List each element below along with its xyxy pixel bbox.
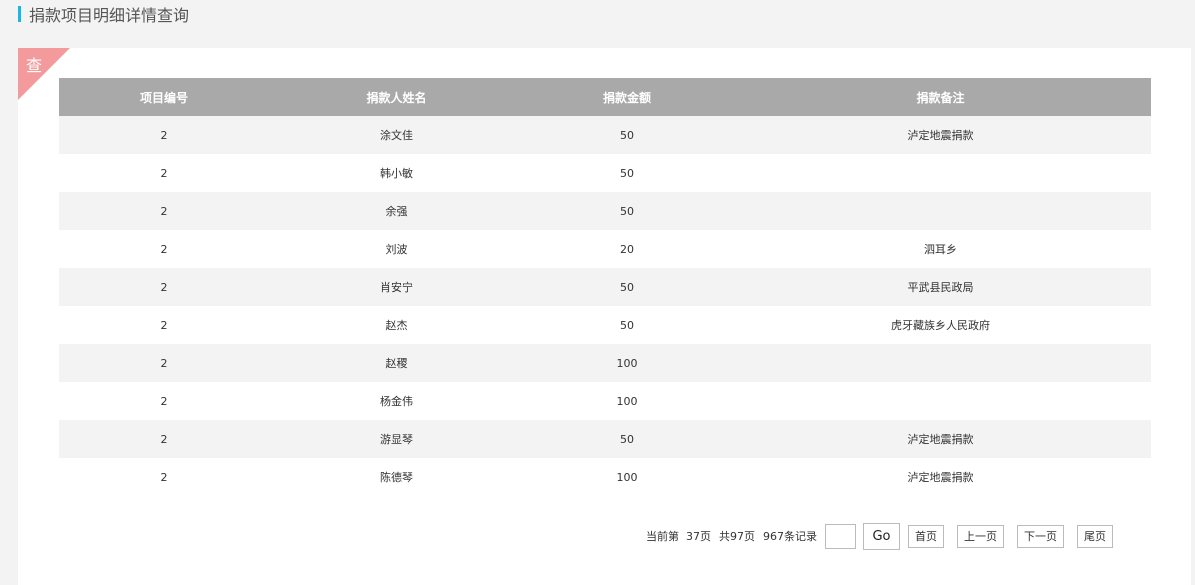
cell-amount: 20 [524,230,730,268]
cell-amount: 100 [524,458,730,496]
total-records-text: 967条记录 [763,530,817,543]
page-header: 捐款项目明细详情查询 [18,4,190,25]
cell-donor-name: 刘波 [269,230,524,268]
cell-project-id: 2 [59,154,269,192]
cell-project-id: 2 [59,420,269,458]
table-row: 2 游显琴 50 泸定地震捐款 [59,420,1151,458]
cell-donor-name: 肖安宁 [269,268,524,306]
cell-donor-name: 杨金伟 [269,382,524,420]
cell-project-id: 2 [59,458,269,496]
cell-note: 泸定地震捐款 [730,458,1151,496]
table-row: 2 刘波 20 泗耳乡 [59,230,1151,268]
cell-project-id: 2 [59,192,269,230]
cell-project-id: 2 [59,306,269,344]
cell-note: 泗耳乡 [730,230,1151,268]
table-body: 2 涂文佳 50 泸定地震捐款 2 韩小敏 50 2 余强 50 2 刘波 20… [59,116,1151,496]
table-header-row: 项目编号 捐款人姓名 捐款金额 捐款备注 [59,78,1151,116]
cell-donor-name: 余强 [269,192,524,230]
cell-note [730,192,1151,230]
table-row: 2 韩小敏 50 [59,154,1151,192]
table-row: 2 陈德琴 100 泸定地震捐款 [59,458,1151,496]
cell-project-id: 2 [59,344,269,382]
donation-table-wrapper: 项目编号 捐款人姓名 捐款金额 捐款备注 2 涂文佳 50 泸定地震捐款 2 韩… [59,78,1151,496]
table-row: 2 涂文佳 50 泸定地震捐款 [59,116,1151,154]
column-header-amount: 捐款金额 [524,78,730,116]
table-row: 2 杨金伟 100 [59,382,1151,420]
cell-donor-name: 赵稷 [269,344,524,382]
cell-amount: 50 [524,116,730,154]
cell-amount: 50 [524,420,730,458]
page-title: 捐款项目明细详情查询 [29,6,190,25]
cell-amount: 100 [524,382,730,420]
page: 捐款项目明细详情查询 查 项目编号 捐款人姓名 捐款金额 捐款备注 2 涂文佳 … [0,0,1195,585]
corner-label: 查 [26,56,43,75]
table-header: 项目编号 捐款人姓名 捐款金额 捐款备注 [59,78,1151,116]
cell-amount: 50 [524,268,730,306]
cell-note: 泸定地震捐款 [730,420,1151,458]
cell-note: 泸定地震捐款 [730,116,1151,154]
cell-amount: 50 [524,154,730,192]
table-row: 2 余强 50 [59,192,1151,230]
cell-amount: 100 [524,344,730,382]
cell-note [730,154,1151,192]
pagination: 当前第 37页 共97页 967条记录 Go 首页 上一页 下一页 尾页 [646,522,1113,550]
column-header-project-id: 项目编号 [59,78,269,116]
next-page-button[interactable]: 下一页 [1017,524,1064,548]
table-row: 2 赵杰 50 虎牙藏族乡人民政府 [59,306,1151,344]
table-row: 2 肖安宁 50 平武县民政局 [59,268,1151,306]
cell-donor-name: 韩小敏 [269,154,524,192]
table-row: 2 赵稷 100 [59,344,1151,382]
go-button[interactable]: Go [863,522,900,550]
page-jump-input[interactable] [825,523,856,549]
cell-amount: 50 [524,192,730,230]
cell-donor-name: 游显琴 [269,420,524,458]
cell-project-id: 2 [59,382,269,420]
results-panel: 查 项目编号 捐款人姓名 捐款金额 捐款备注 2 涂文佳 50 泸定地震捐款 2… [18,48,1191,585]
cell-note: 平武县民政局 [730,268,1151,306]
cell-note: 虎牙藏族乡人民政府 [730,306,1151,344]
column-header-note: 捐款备注 [730,78,1151,116]
cell-amount: 50 [524,306,730,344]
cell-donor-name: 赵杰 [269,306,524,344]
cell-project-id: 2 [59,268,269,306]
current-page-text: 当前第 37页 [646,530,711,543]
total-pages-text: 共97页 [719,530,755,543]
cell-donor-name: 陈德琴 [269,458,524,496]
last-page-button[interactable]: 尾页 [1077,524,1113,548]
column-header-donor-name: 捐款人姓名 [269,78,524,116]
first-page-button[interactable]: 首页 [908,524,944,548]
cell-note [730,382,1151,420]
donation-table: 项目编号 捐款人姓名 捐款金额 捐款备注 2 涂文佳 50 泸定地震捐款 2 韩… [59,78,1151,496]
cell-note [730,344,1151,382]
cell-project-id: 2 [59,116,269,154]
prev-page-button[interactable]: 上一页 [957,524,1004,548]
cell-project-id: 2 [59,230,269,268]
title-accent-bar [18,6,21,22]
cell-donor-name: 涂文佳 [269,116,524,154]
